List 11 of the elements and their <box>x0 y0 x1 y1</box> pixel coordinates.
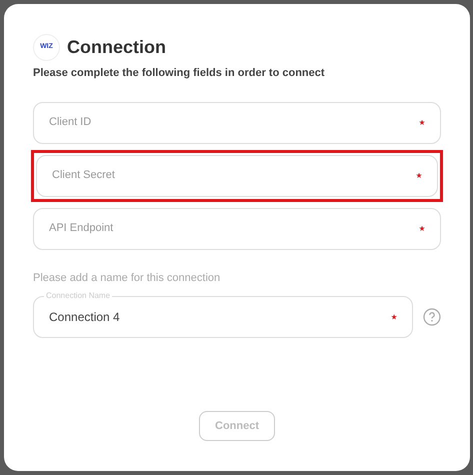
placeholder: API Endpoint <box>49 221 114 236</box>
help-icon[interactable] <box>423 308 441 326</box>
name-prompt: Please add a name for this connection <box>33 270 222 286</box>
dialog-subtitle: Please complete the following fields in order to connect <box>33 66 326 81</box>
input-field[interactable]: Client Secret <box>36 154 438 196</box>
field-value: Connection 4 <box>49 309 120 326</box>
placeholder: Client ID <box>49 115 92 130</box>
placeholder: Client Secret <box>52 168 115 184</box>
dialog-title: Connection <box>67 36 166 59</box>
input-field[interactable]: Client ID <box>33 102 441 144</box>
input-field[interactable]: API Endpoint <box>33 208 441 250</box>
